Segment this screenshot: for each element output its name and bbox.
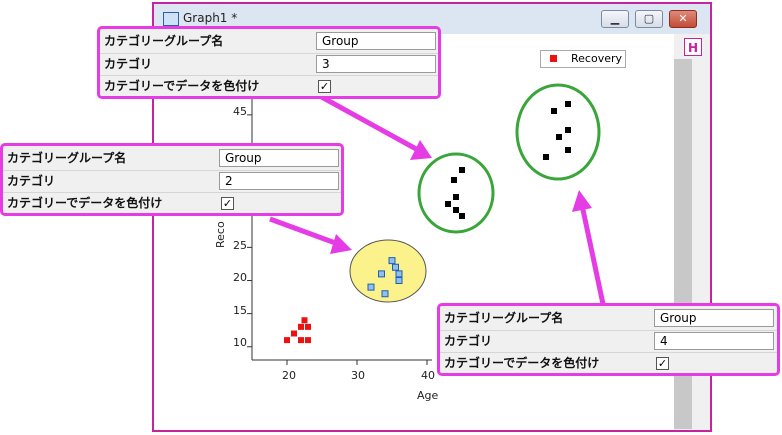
category-field[interactable]: 3	[316, 55, 436, 73]
x-tick-40: 40	[421, 369, 435, 382]
y-tick-45: 45	[233, 105, 247, 118]
y-tick-20: 20	[233, 271, 247, 284]
y-axis-label: Reco	[214, 221, 227, 248]
cluster-circle-category-4	[515, 83, 601, 181]
category-field[interactable]: 2	[219, 172, 339, 190]
color-by-category-checkbox[interactable]: ✓	[221, 197, 234, 210]
data-point-recovery	[298, 323, 304, 330]
y-tick-15: 15	[233, 304, 247, 317]
data-point-category-2	[388, 257, 396, 265]
data-point-category-2	[367, 283, 375, 291]
color-by-category-checkbox[interactable]: ✓	[318, 80, 331, 93]
property-panel-category-3: カテゴリーグループ名 Group カテゴリ 3 カテゴリーでデータを色付け ✓	[97, 26, 441, 99]
category-label: カテゴリ	[104, 57, 153, 71]
data-point-category-2	[381, 290, 389, 298]
group-name-label: カテゴリーグループ名	[444, 311, 564, 325]
data-point-recovery	[305, 323, 311, 330]
property-panel-category-4: カテゴリーグループ名 Group カテゴリ 4 カテゴリーでデータを色付け ✓	[437, 303, 780, 376]
legend-swatch	[550, 55, 557, 62]
color-by-category-label: カテゴリーでデータを色付け	[444, 356, 600, 370]
property-panel-category-2: カテゴリーグループ名 Group カテゴリ 2 カテゴリーでデータを色付け ✓	[0, 143, 344, 216]
y-tick-25: 25	[233, 239, 247, 252]
data-point-category-2	[395, 277, 403, 284]
data-point-category-2	[392, 263, 399, 271]
category-4-points	[543, 101, 571, 160]
legend-label: Recovery	[571, 52, 623, 65]
y-tick-10: 10	[233, 336, 247, 349]
category-label: カテゴリ	[444, 334, 493, 348]
data-point-recovery	[298, 337, 304, 344]
data-point-category-2	[378, 270, 385, 278]
color-by-category-label: カテゴリーでデータを色付け	[104, 79, 260, 93]
group-name-label: カテゴリーグループ名	[104, 34, 224, 48]
group-name-field[interactable]: Group	[219, 149, 339, 167]
data-point-category-2	[395, 270, 403, 278]
x-tick-20: 20	[282, 369, 296, 382]
category-label: カテゴリ	[7, 174, 56, 188]
color-by-category-label: カテゴリーでデータを色付け	[7, 196, 163, 210]
x-tick-30: 30	[351, 369, 365, 382]
category-3-points	[445, 167, 465, 219]
group-name-field[interactable]: Group	[654, 309, 774, 327]
data-point-recovery	[305, 337, 311, 344]
data-point-recovery	[291, 330, 297, 337]
x-axis-label: Age	[417, 389, 439, 402]
data-point-recovery	[301, 317, 308, 324]
category-field[interactable]: 4	[654, 332, 774, 350]
data-point-recovery	[284, 337, 290, 344]
color-by-category-checkbox[interactable]: ✓	[656, 357, 669, 370]
cluster-circle-category-3	[417, 152, 495, 234]
group-name-field[interactable]: Group	[316, 32, 436, 50]
chart-legend[interactable]: Recovery	[540, 50, 626, 68]
group-name-label: カテゴリーグループ名	[7, 151, 127, 165]
